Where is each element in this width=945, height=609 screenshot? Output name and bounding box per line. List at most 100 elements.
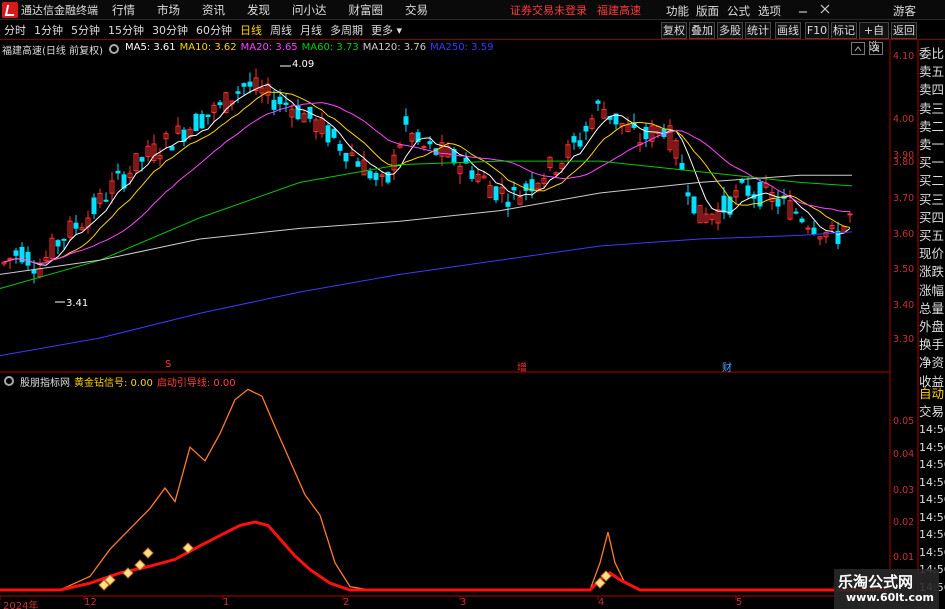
period-15min[interactable]: 15分钟 [104, 22, 148, 39]
candle-body [139, 157, 145, 162]
event-marker-s[interactable]: S [165, 359, 171, 370]
period-tick[interactable]: 分时 [0, 22, 30, 39]
indicator-line-red [0, 520, 888, 592]
f10-button[interactable]: F10 [805, 22, 829, 39]
side-time: 14:56 [919, 458, 945, 471]
menu-discover[interactable]: 发现 [247, 2, 270, 18]
high-price-label: 4.09 [292, 59, 315, 70]
side-tab-auto[interactable]: 自动 [919, 385, 945, 403]
period-more-label: 更多 [371, 23, 393, 37]
candle-body [223, 92, 229, 114]
low-price-label: 3.41 [66, 298, 89, 309]
candle-body [583, 125, 589, 132]
candle-body [331, 128, 337, 138]
period-daily[interactable]: 日线 [236, 22, 266, 39]
candle-body [739, 179, 745, 183]
indicator-name[interactable]: 股朋指标网 [20, 374, 70, 389]
menu-news[interactable]: 资讯 [202, 2, 225, 18]
side-tab-trade[interactable]: 交易 [919, 403, 945, 421]
candle-body [205, 114, 211, 118]
candle-body [229, 100, 235, 105]
side-tab: 卖二 [919, 118, 945, 134]
candle-body [259, 87, 265, 94]
add-favorite-button[interactable]: +自选 [859, 22, 889, 53]
gear-icon[interactable] [108, 44, 119, 54]
period-more[interactable]: 更多 ▾ [367, 22, 406, 39]
event-marker-finance[interactable]: 财 [722, 359, 732, 374]
menu-layout[interactable]: 版面 [696, 3, 719, 19]
candle-body [787, 200, 793, 220]
y-tick: 3.30 [893, 334, 915, 345]
expand-icon[interactable] [851, 42, 865, 55]
side-time: 14:56 [919, 528, 945, 541]
side-tab: 卖四 [919, 82, 945, 98]
gold-diamond-label: 黄金钻信号: 0.00 [74, 378, 153, 389]
candle-body [31, 269, 37, 274]
period-monthly[interactable]: 月线 [296, 22, 326, 39]
candle-body [61, 238, 67, 241]
candle-body [319, 118, 325, 135]
overlay-button[interactable]: 叠加 [689, 22, 715, 39]
panel-close-icon[interactable] [869, 42, 883, 55]
ma60-line [0, 160, 853, 289]
period-weekly[interactable]: 周线 [266, 22, 296, 39]
candle-body [283, 102, 289, 105]
ind-y-tick: 0.05 [893, 416, 915, 427]
user-label[interactable]: 游客 [893, 3, 916, 19]
candle-body [469, 170, 475, 179]
candle-body [601, 108, 607, 119]
period-30min[interactable]: 30分钟 [148, 22, 192, 39]
ind-y-tick: 0.03 [893, 485, 915, 496]
menu-options[interactable]: 选项 [758, 3, 781, 19]
menu-formula[interactable]: 公式 [727, 3, 750, 19]
candle-body [517, 196, 523, 205]
candle-body [811, 227, 817, 235]
draw-line-button[interactable]: 画线 [775, 22, 801, 39]
close-icon[interactable] [818, 2, 832, 16]
minimize-icon[interactable] [796, 2, 810, 16]
side-tab: 卖一 [919, 137, 945, 152]
period-1min[interactable]: 1分钟 [30, 22, 67, 39]
candle-body [367, 171, 373, 179]
y-tick: 3.80 [893, 157, 915, 168]
y-tick: 4.00 [893, 114, 915, 125]
candle-body [727, 196, 733, 215]
multi-stock-button[interactable]: 多股 [717, 22, 743, 39]
restore-rights-button[interactable]: 复权 [661, 22, 687, 39]
candle-body [67, 220, 73, 238]
ma20-label: MA20: 3.65 [240, 42, 298, 53]
candle-body [451, 149, 457, 164]
indicator-legend: 股朋指标网 黄金钻信号: 0.00 启动引导线: 0.00 [2, 374, 236, 389]
menu-ask[interactable]: 问小达 [292, 2, 327, 18]
candle-body [19, 246, 25, 263]
side-tab: 总量 [919, 300, 945, 316]
candle-body [775, 199, 781, 207]
diamond-signal-icon [98, 579, 110, 591]
period-multi[interactable]: 多周期 [326, 22, 367, 39]
login-notice[interactable]: 证券交易未登录 [510, 2, 587, 18]
statistics-button[interactable]: 统计 [745, 22, 771, 39]
candle-body [607, 115, 613, 120]
menu-market[interactable]: 市场 [157, 2, 180, 18]
event-marker-increase[interactable]: 增 [517, 359, 527, 374]
candle-body [805, 227, 811, 230]
mark-button[interactable]: 标记 [831, 22, 857, 39]
period-5min[interactable]: 5分钟 [67, 22, 104, 39]
side-tab: 净资 [919, 355, 945, 371]
menu-trade[interactable]: 交易 [405, 2, 428, 18]
candle-body [829, 225, 835, 229]
period-60min[interactable]: 60分钟 [192, 22, 236, 39]
menu-wealth[interactable]: 财富圈 [349, 2, 384, 18]
y-tick: 3.50 [893, 264, 915, 275]
back-button[interactable]: 返回 [891, 22, 917, 39]
menu-function[interactable]: 功能 [666, 3, 689, 19]
x-tick: 5 [736, 597, 743, 608]
indicator-gear-icon[interactable] [4, 376, 14, 386]
candle-body [421, 145, 427, 148]
candle-body [559, 162, 565, 170]
candle-body [235, 91, 241, 94]
candle-body [799, 218, 805, 223]
candle-body [403, 116, 409, 125]
menu-quotes[interactable]: 行情 [112, 2, 135, 18]
guide-line-label: 启动引导线: 0.00 [156, 378, 236, 389]
